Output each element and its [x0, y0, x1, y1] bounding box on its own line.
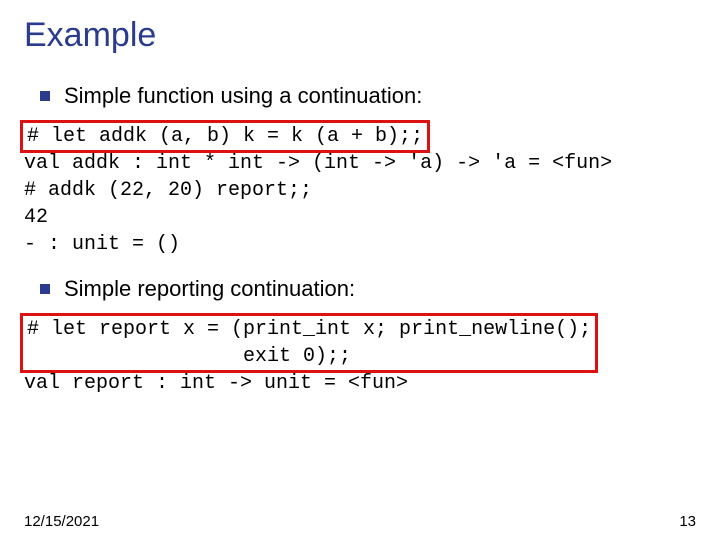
slide-footer: 12/15/2021 13 [24, 513, 696, 530]
square-bullet-icon [40, 284, 50, 294]
bullet-text-1: Simple function using a continuation: [64, 83, 422, 109]
code-highlight-2: # let report x = (print_int x; print_new… [20, 313, 598, 373]
code-block-2: # let report x = (print_int x; print_new… [24, 316, 696, 397]
bullet-text-2: Simple reporting continuation: [64, 276, 355, 302]
code-highlight-1: # let addk (a, b) k = k (a + b);; [20, 120, 430, 153]
slide: Example Simple function using a continua… [0, 0, 720, 540]
bullet-item-2: Simple reporting continuation: [40, 276, 696, 302]
code-rest-1: val addk : int * int -> (int -> 'a) -> '… [24, 152, 612, 256]
code-rest-2: val report : int -> unit = <fun> [24, 372, 408, 395]
bullet-item-1: Simple function using a continuation: [40, 83, 696, 109]
footer-page-number: 13 [679, 513, 696, 530]
slide-title: Example [24, 16, 696, 55]
square-bullet-icon [40, 91, 50, 101]
code-block-1: # let addk (a, b) k = k (a + b);; val ad… [24, 123, 696, 258]
footer-date: 12/15/2021 [24, 513, 99, 530]
